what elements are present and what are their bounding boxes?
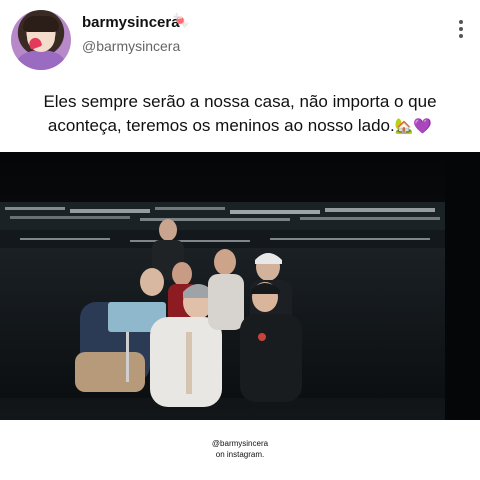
watermark-source: on instagram.: [215, 450, 265, 459]
avatar[interactable]: [11, 10, 71, 70]
post-text: Eles sempre serão a nossa casa, não impo…: [20, 90, 460, 139]
house-heart-emoji: 🏡💜: [394, 118, 433, 135]
watermark-handle: @barmysincera: [211, 439, 269, 448]
post-media-photo[interactable]: [0, 152, 480, 420]
post-body: Eles sempre serão a nossa casa, não impo…: [43, 92, 437, 135]
candy-icon: 🍬: [172, 12, 190, 28]
username[interactable]: barmysincera: [82, 14, 180, 31]
more-options-icon[interactable]: [454, 20, 468, 40]
post-header: barmysincera 🍬 @barmysincera: [0, 0, 480, 80]
watermark: @barmysincera on instagram.: [0, 438, 480, 460]
user-handle[interactable]: @barmysincera: [82, 38, 180, 54]
concert-photo-illustration: [0, 152, 480, 420]
